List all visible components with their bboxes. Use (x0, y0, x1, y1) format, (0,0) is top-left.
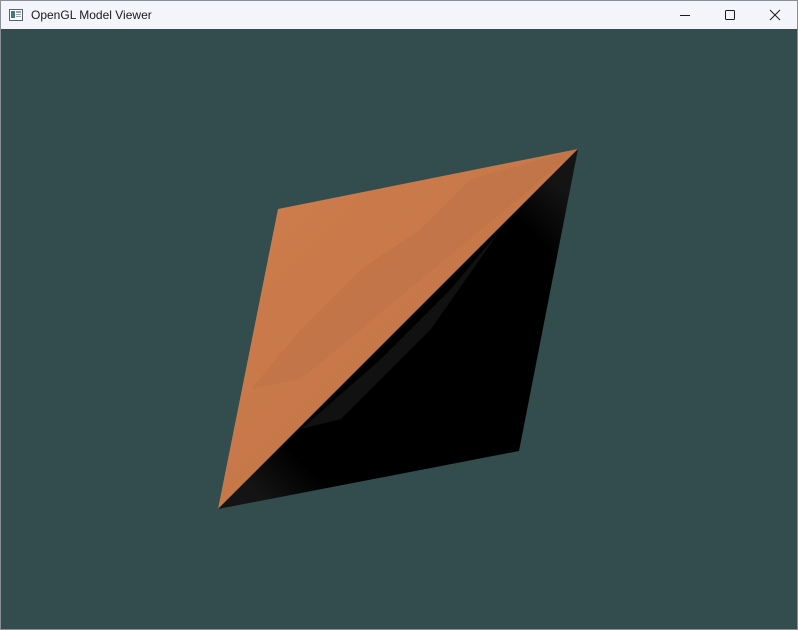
minimize-button[interactable] (662, 1, 707, 29)
app-window: OpenGL Model Viewer (0, 0, 798, 630)
rendered-model (218, 149, 578, 509)
caption-buttons (662, 1, 797, 29)
opengl-viewport[interactable] (1, 29, 797, 629)
opengl-app-icon (9, 9, 23, 21)
close-icon (769, 9, 780, 21)
maximize-icon (724, 10, 735, 20)
window-title: OpenGL Model Viewer (31, 8, 152, 22)
minimize-icon (679, 15, 690, 16)
title-bar[interactable]: OpenGL Model Viewer (1, 1, 797, 29)
maximize-button[interactable] (707, 1, 752, 29)
close-button[interactable] (752, 1, 797, 29)
